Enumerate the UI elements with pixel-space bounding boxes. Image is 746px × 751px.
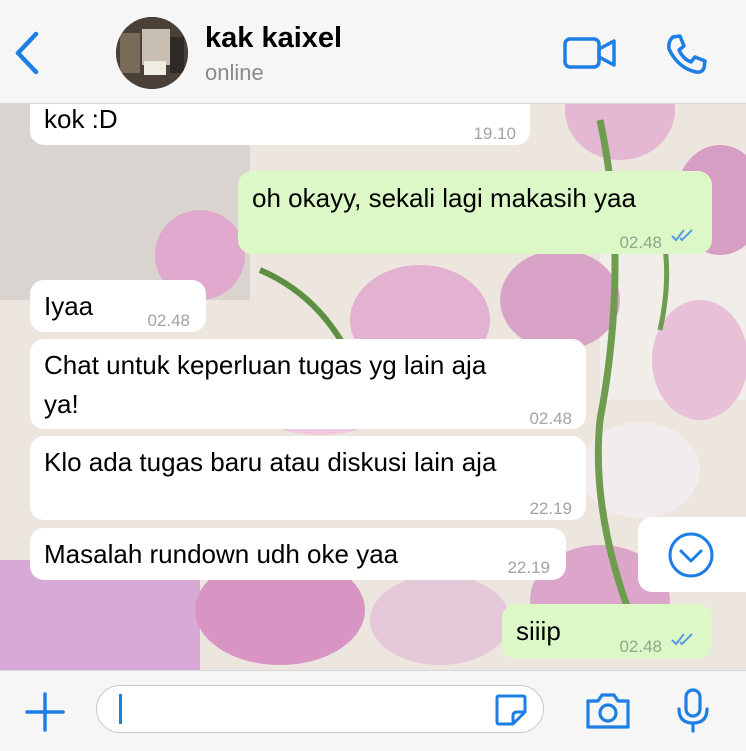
message-time: 02.48 <box>619 233 662 252</box>
message-text: kok :D <box>44 104 118 134</box>
plus-icon[interactable] <box>24 691 66 733</box>
back-icon[interactable] <box>12 30 42 76</box>
scroll-to-bottom-button[interactable] <box>638 517 746 592</box>
avatar[interactable] <box>116 17 188 89</box>
sticker-icon[interactable] <box>493 692 529 728</box>
message-bubble-incoming[interactable]: Iyaa 02.48 <box>30 280 206 332</box>
message-text: oh okayy, sekali lagi makasih yaa <box>252 183 636 213</box>
message-input[interactable] <box>96 685 544 733</box>
message-time: 02.48 <box>529 409 572 428</box>
video-call-icon[interactable] <box>562 35 618 71</box>
microphone-icon[interactable] <box>672 687 714 733</box>
message-bubble-outgoing[interactable]: siiip 02.48 <box>502 604 712 659</box>
phone-icon[interactable] <box>664 32 708 76</box>
camera-icon[interactable] <box>584 691 632 731</box>
chevron-down-circle-icon <box>668 532 714 578</box>
message-text: Iyaa <box>44 291 94 321</box>
message-time: 22.19 <box>529 499 572 518</box>
contact-name[interactable]: kak kaixel <box>205 22 342 55</box>
read-receipt-icon <box>671 229 693 242</box>
message-time: 02.48 <box>619 637 662 656</box>
contact-status: online <box>205 60 264 85</box>
read-receipt-icon <box>671 633 693 646</box>
message-text: Masalah rundown udh oke yaa <box>44 539 399 569</box>
message-text: siiip <box>516 616 561 646</box>
text-caret <box>119 694 122 724</box>
message-text-line-2: ya! <box>44 389 79 419</box>
message-bubble-incoming[interactable]: Chat untuk keperluan tugas yg lain aja y… <box>30 339 586 429</box>
message-time: 22.19 <box>507 558 550 577</box>
chat-header: kak kaixel online <box>0 0 746 104</box>
message-text-line-1: Chat untuk keperluan tugas yg lain aja <box>44 350 487 380</box>
message-time: 19.10 <box>473 124 516 143</box>
message-bubble-incoming[interactable]: Masalah rundown udh oke yaa 22.19 <box>30 528 566 580</box>
message-text: Klo ada tugas baru atau diskusi lain aja <box>44 447 497 477</box>
message-input-bar <box>0 670 746 751</box>
message-time: 02.48 <box>147 311 190 330</box>
message-bubble-incoming[interactable]: Klo ada tugas baru atau diskusi lain aja… <box>30 436 586 520</box>
message-bubble-outgoing[interactable]: oh okayy, sekali lagi makasih yaa 02.48 <box>238 171 712 254</box>
